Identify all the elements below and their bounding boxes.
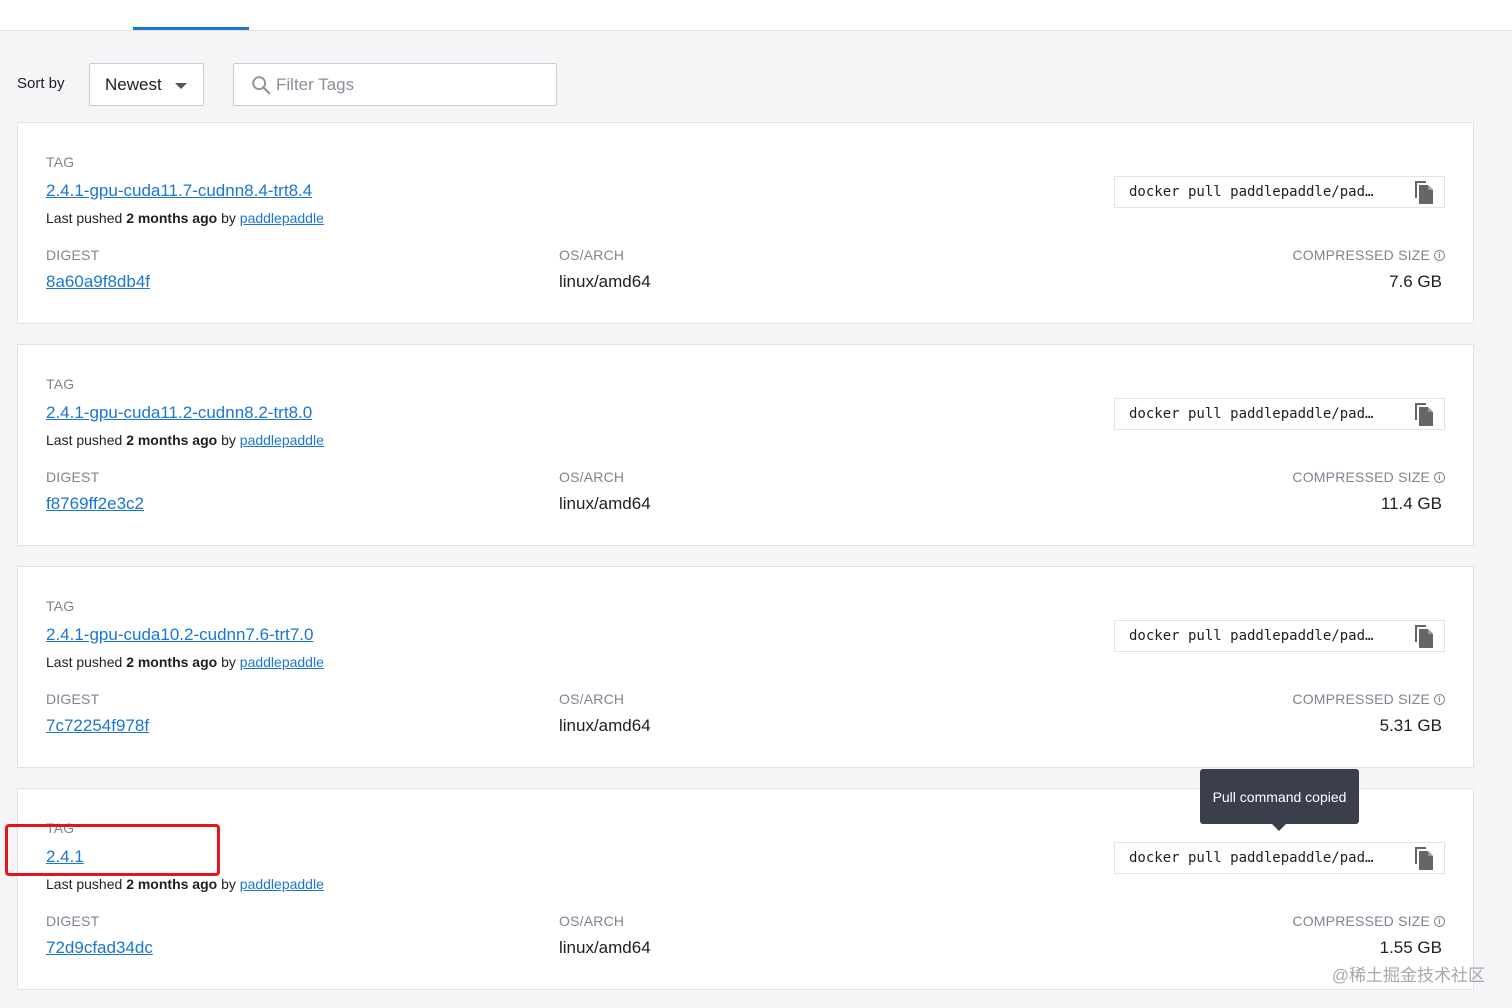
- digest-link[interactable]: 8a60a9f8db4f: [46, 272, 150, 292]
- active-tab-indicator: [133, 27, 249, 30]
- pull-command-box: docker pull paddlepaddle/pad…: [1114, 176, 1445, 208]
- pull-command-box: docker pull paddlepaddle/pad…: [1114, 842, 1445, 874]
- tag-name-link[interactable]: 2.4.1-gpu-cuda11.7-cudnn8.4-trt8.4: [46, 181, 312, 201]
- tag-heading: TAG: [46, 376, 75, 392]
- tag-heading: TAG: [46, 598, 75, 614]
- copy-button[interactable]: [1402, 621, 1446, 651]
- tag-card: TAG 2.4.1-gpu-cuda11.7-cudnn8.4-trt8.4 L…: [17, 122, 1474, 324]
- pusher-link[interactable]: paddlepaddle: [240, 432, 324, 448]
- compressed-size-value: 11.4 GB: [1380, 494, 1442, 513]
- os-arch-value: linux/amd64: [559, 716, 651, 735]
- os-arch-heading: OS/ARCH: [559, 691, 625, 707]
- pull-command-box: docker pull paddlepaddle/pad…: [1114, 620, 1445, 652]
- os-arch-value: linux/amd64: [559, 272, 651, 291]
- compressed-size-heading: COMPRESSED SIZE i: [1292, 691, 1445, 707]
- watermark: @稀土掘金技术社区: [1331, 966, 1485, 985]
- sort-label: Sort by: [17, 75, 65, 92]
- compressed-size-value: 1.55 GB: [1379, 938, 1442, 957]
- info-icon[interactable]: i: [1434, 471, 1445, 483]
- tag-heading: TAG: [46, 154, 75, 170]
- top-tab-bar: [0, 0, 1512, 31]
- annotation-highlight-box: [5, 824, 220, 876]
- copy-button[interactable]: [1402, 177, 1446, 207]
- last-pushed-label: Last pushed: [46, 210, 123, 226]
- copy-icon: [1415, 625, 1433, 648]
- copy-icon: [1415, 847, 1433, 870]
- os-arch-heading: OS/ARCH: [559, 469, 625, 485]
- compressed-size-heading: COMPRESSED SIZE i: [1292, 247, 1445, 263]
- pull-command-box: docker pull paddlepaddle/pad…: [1114, 398, 1445, 430]
- tags-toolbar: Sort by Newest: [0, 62, 1512, 106]
- pusher-link[interactable]: paddlepaddle: [240, 210, 324, 226]
- pull-command-text[interactable]: docker pull paddlepaddle/pad…: [1115, 406, 1391, 422]
- compressed-size-label: COMPRESSED SIZE: [1292, 913, 1430, 929]
- copy-icon: [1415, 403, 1433, 426]
- by-label: by: [221, 876, 236, 892]
- os-arch-value: linux/amd64: [559, 938, 651, 957]
- by-label: by: [221, 432, 236, 448]
- by-label: by: [221, 654, 236, 670]
- sort-select[interactable]: Newest: [89, 63, 204, 106]
- compressed-size-heading: COMPRESSED SIZE i: [1292, 913, 1445, 929]
- last-pushed-info: Last pushed 2 months ago by paddlepaddle: [46, 432, 324, 448]
- digest-link[interactable]: f8769ff2e3c2: [46, 494, 144, 514]
- digest-heading: DIGEST: [46, 913, 100, 929]
- info-icon[interactable]: i: [1434, 249, 1445, 261]
- pushed-time: 2 months ago: [126, 654, 218, 670]
- os-arch-heading: OS/ARCH: [559, 913, 625, 929]
- last-pushed-info: Last pushed 2 months ago by paddlepaddle: [46, 876, 324, 892]
- compressed-size-heading: COMPRESSED SIZE i: [1292, 469, 1445, 485]
- filter-tags-input[interactable]: [276, 74, 546, 95]
- pull-command-text[interactable]: docker pull paddlepaddle/pad…: [1115, 184, 1391, 200]
- pusher-link[interactable]: paddlepaddle: [240, 876, 324, 892]
- pushed-time: 2 months ago: [126, 876, 218, 892]
- compressed-size-value: 7.6 GB: [1389, 272, 1442, 291]
- copy-button[interactable]: [1402, 843, 1446, 873]
- digest-heading: DIGEST: [46, 247, 100, 263]
- digest-link[interactable]: 7c72254f978f: [46, 716, 149, 736]
- tag-name-link[interactable]: 2.4.1-gpu-cuda10.2-cudnn7.6-trt7.0: [46, 625, 313, 645]
- pull-command-text[interactable]: docker pull paddlepaddle/pad…: [1115, 850, 1391, 866]
- info-icon[interactable]: i: [1434, 693, 1445, 705]
- pull-command-text[interactable]: docker pull paddlepaddle/pad…: [1115, 628, 1391, 644]
- last-pushed-label: Last pushed: [46, 654, 123, 670]
- copy-icon: [1415, 181, 1433, 204]
- tag-name-link[interactable]: 2.4.1-gpu-cuda11.2-cudnn8.2-trt8.0: [46, 403, 312, 423]
- by-label: by: [221, 210, 236, 226]
- pushed-time: 2 months ago: [126, 432, 218, 448]
- search-icon: [252, 75, 271, 94]
- last-pushed-label: Last pushed: [46, 432, 123, 448]
- sort-select-value: Newest: [105, 74, 162, 94]
- last-pushed-info: Last pushed 2 months ago by paddlepaddle: [46, 654, 324, 670]
- tag-card: TAG 2.4.1-gpu-cuda10.2-cudnn7.6-trt7.0 L…: [17, 566, 1474, 768]
- last-pushed-label: Last pushed: [46, 876, 123, 892]
- compressed-size-value: 5.31 GB: [1379, 716, 1442, 735]
- digest-link[interactable]: 72d9cfad34dc: [46, 938, 153, 958]
- last-pushed-info: Last pushed 2 months ago by paddlepaddle: [46, 210, 324, 226]
- os-arch-value: linux/amd64: [559, 494, 651, 513]
- compressed-size-label: COMPRESSED SIZE: [1292, 469, 1430, 485]
- copy-button[interactable]: [1402, 399, 1446, 429]
- compressed-size-label: COMPRESSED SIZE: [1292, 691, 1430, 707]
- digest-heading: DIGEST: [46, 469, 100, 485]
- os-arch-heading: OS/ARCH: [559, 247, 625, 263]
- tag-card: TAG 2.4.1-gpu-cuda11.2-cudnn8.2-trt8.0 L…: [17, 344, 1474, 546]
- chevron-down-icon: [175, 83, 187, 89]
- digest-heading: DIGEST: [46, 691, 100, 707]
- pusher-link[interactable]: paddlepaddle: [240, 654, 324, 670]
- compressed-size-label: COMPRESSED SIZE: [1292, 247, 1430, 263]
- info-icon[interactable]: i: [1434, 915, 1445, 927]
- pushed-time: 2 months ago: [126, 210, 218, 226]
- filter-tags-field[interactable]: [233, 63, 557, 106]
- copied-tooltip: Pull command copied: [1200, 769, 1359, 831]
